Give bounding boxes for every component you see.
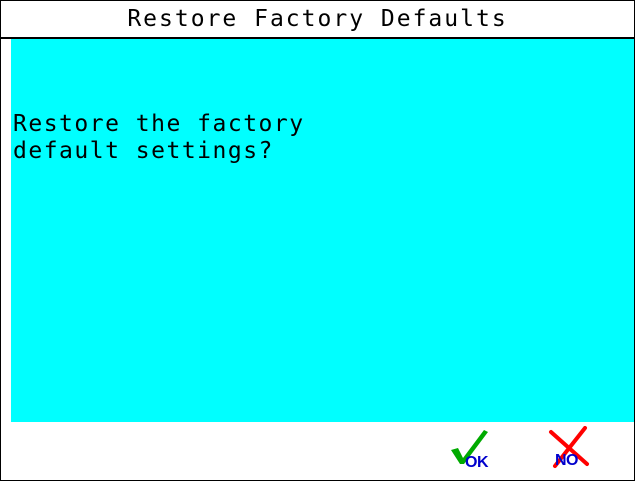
ok-button-label: OK bbox=[465, 454, 489, 471]
message-line-2: default settings? bbox=[13, 138, 274, 164]
no-button-label: NO bbox=[555, 452, 579, 469]
message-panel: Restore the factory default settings? bbox=[11, 39, 634, 422]
confirm-message: Restore the factory default settings? bbox=[13, 111, 305, 165]
button-bar: OK NO bbox=[1, 422, 634, 480]
page-title: Restore Factory Defaults bbox=[127, 6, 508, 32]
message-line-1: Restore the factory bbox=[13, 111, 305, 137]
ok-button[interactable]: OK bbox=[448, 426, 494, 472]
title-bar: Restore Factory Defaults bbox=[1, 1, 634, 39]
no-button[interactable]: NO bbox=[547, 426, 593, 472]
dialog-screen: Restore Factory Defaults Restore the fac… bbox=[0, 0, 635, 481]
